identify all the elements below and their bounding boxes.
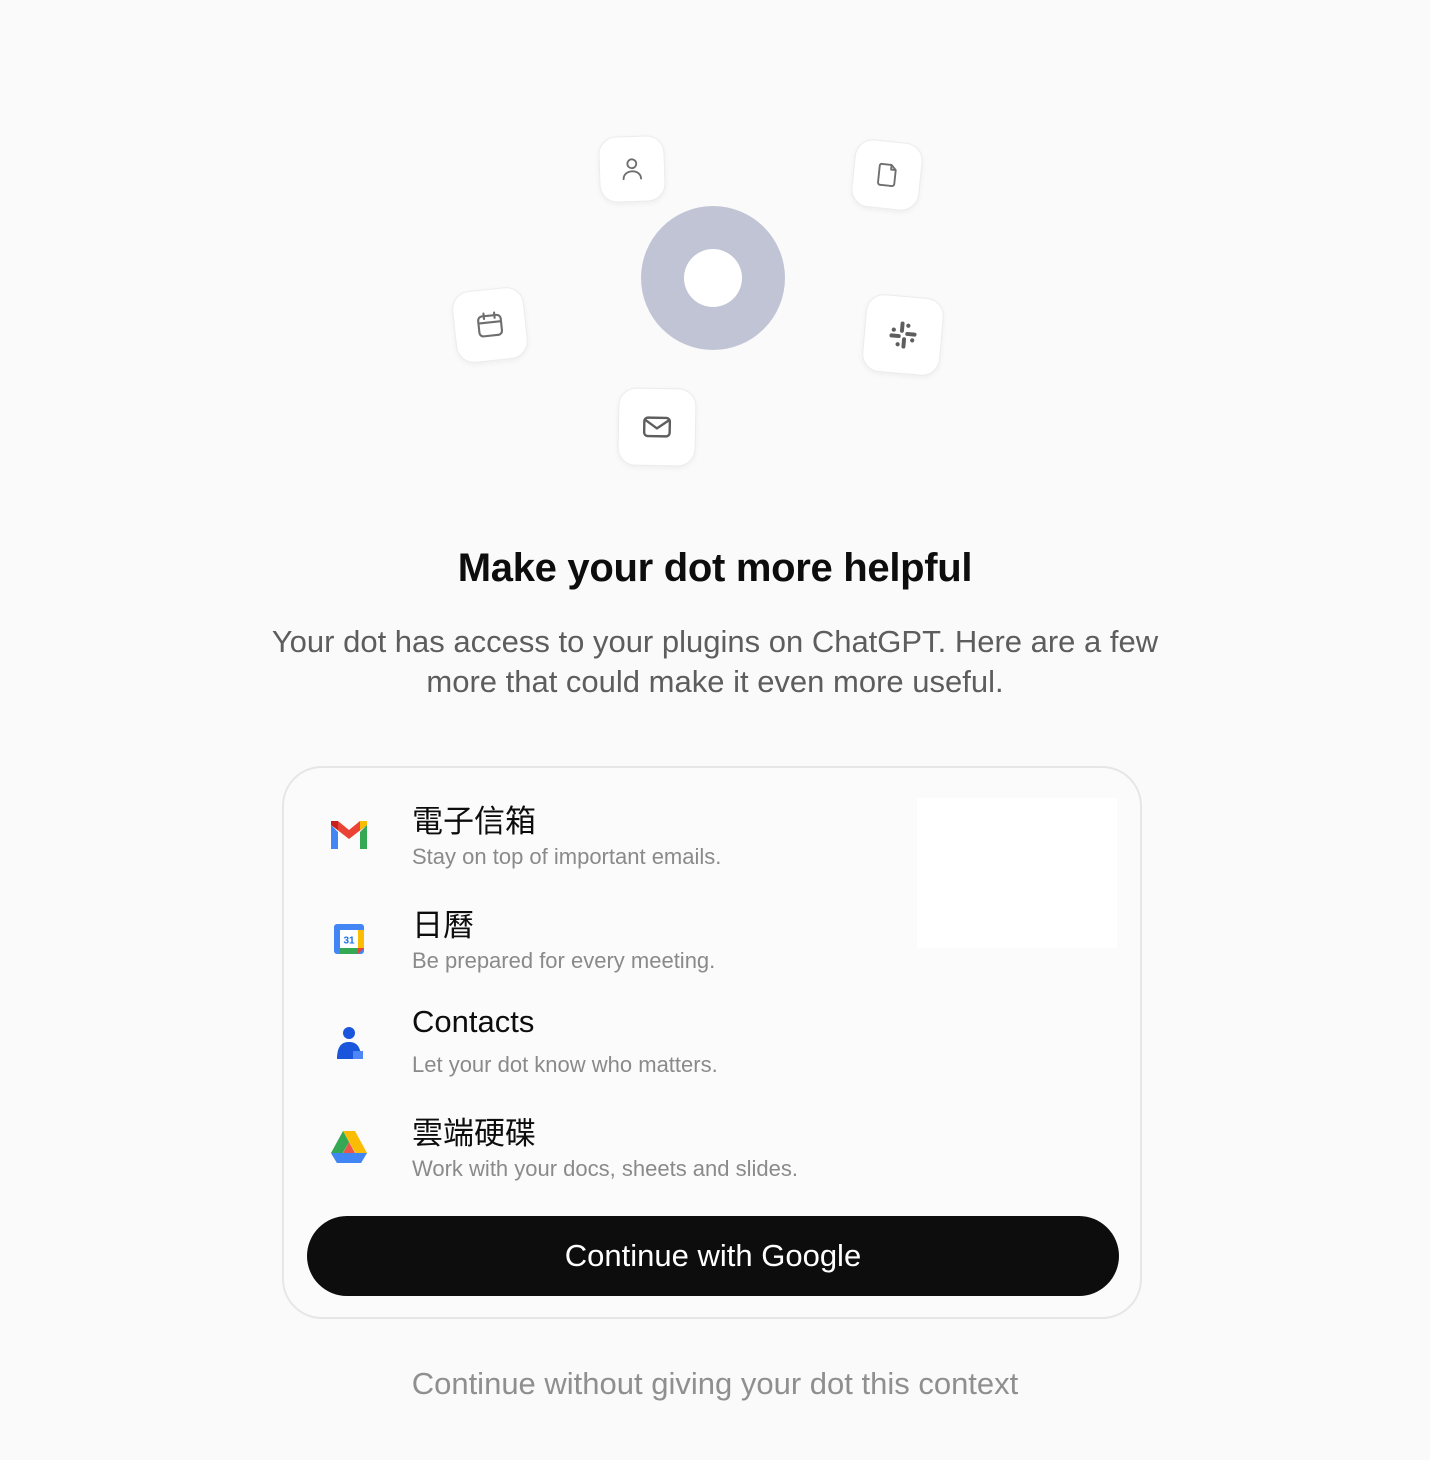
google-contacts-icon	[324, 1018, 374, 1068]
integration-title: 雲端硬碟	[412, 1116, 536, 1151]
page-subtitle: Your dot has access to your plugins on C…	[271, 624, 1159, 699]
integration-item-calendar: 31 日曆 Be prepared for every meeting.	[324, 900, 924, 990]
integrations-card: 電子信箱 Stay on top of important emails. 31…	[282, 766, 1142, 1319]
dot-ring-logo	[641, 206, 785, 350]
page-title: Make your dot more helpful	[457, 546, 973, 590]
integration-title: 電子信箱	[412, 804, 536, 839]
slack-icon	[889, 321, 917, 349]
slack-tile	[860, 292, 946, 378]
integration-description: Work with your docs, sheets and slides.	[412, 1156, 798, 1181]
mail-icon	[642, 416, 672, 438]
mail-tile	[617, 387, 697, 467]
integration-description: Let your dot know who matters.	[412, 1052, 718, 1077]
integration-item-drive: 雲端硬碟 Work with your docs, sheets and sli…	[324, 1108, 924, 1198]
blank-panel	[917, 798, 1117, 948]
document-tile	[849, 137, 925, 213]
google-calendar-icon: 31	[324, 914, 374, 964]
gmail-icon	[324, 810, 374, 860]
calendar-icon	[477, 311, 504, 338]
skip-context-link[interactable]: Continue without giving your dot this co…	[0, 1366, 1430, 1402]
person-icon	[622, 158, 643, 181]
integration-title: Contacts	[412, 1004, 535, 1039]
person-tile	[597, 134, 667, 204]
onboarding-page: Make your dot more helpful Your dot has …	[0, 0, 1430, 1460]
hero-illustration	[0, 0, 1430, 500]
continue-with-google-button[interactable]: Continue with Google	[307, 1216, 1119, 1296]
calendar-day-number: 31	[343, 936, 355, 947]
calendar-tile	[450, 285, 530, 365]
integration-item-contacts: Contacts Let your dot know who matters.	[324, 1004, 924, 1094]
integration-description: Stay on top of important emails.	[412, 844, 722, 869]
integration-title: 日曆	[412, 908, 474, 943]
document-icon	[877, 162, 897, 187]
integration-item-email: 電子信箱 Stay on top of important emails.	[324, 796, 924, 886]
google-drive-icon	[324, 1122, 374, 1172]
integration-description: Be prepared for every meeting.	[412, 948, 716, 973]
